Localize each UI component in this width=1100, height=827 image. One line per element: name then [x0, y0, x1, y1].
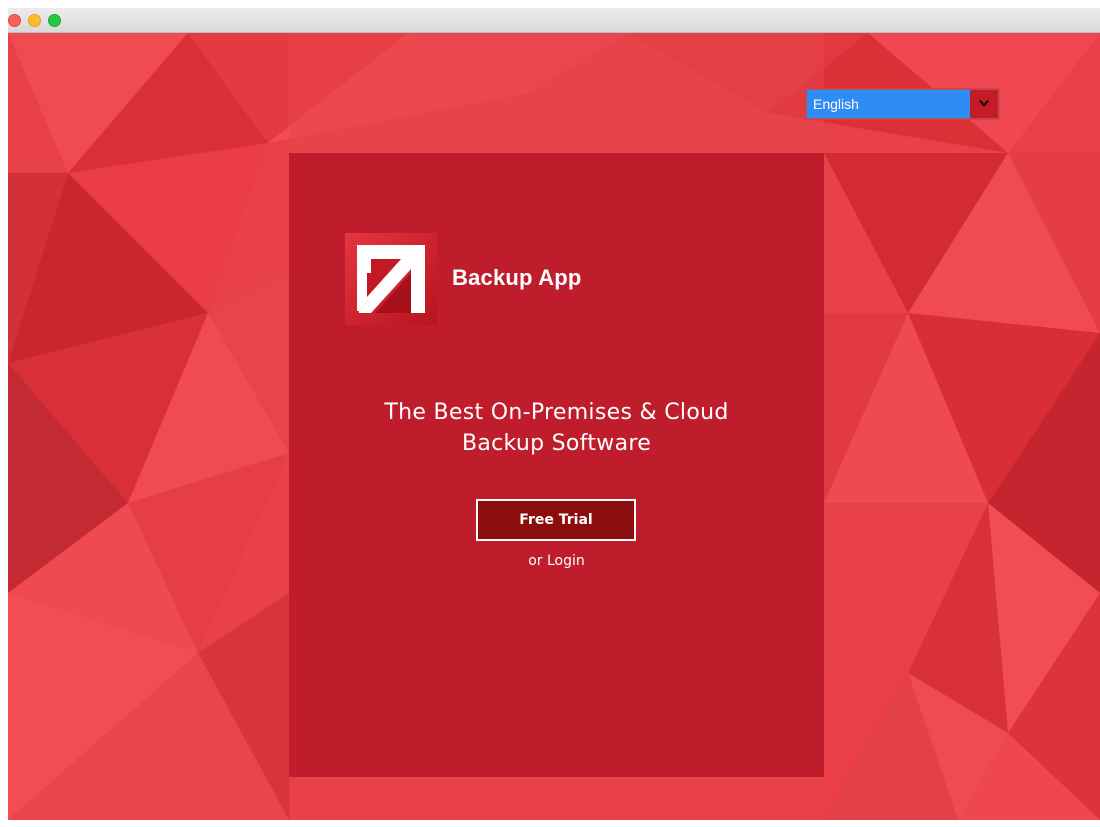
language-select[interactable]: English — [805, 88, 1000, 120]
title-bar — [8, 8, 1100, 33]
free-trial-button[interactable]: Free Trial — [476, 499, 636, 541]
login-link[interactable]: or Login — [289, 553, 824, 569]
app-window: English Backup App The Best On-Premises … — [8, 8, 1100, 820]
chevron-down-icon[interactable] — [970, 90, 998, 118]
tagline-line-2: Backup Software — [461, 431, 652, 456]
window-close-button[interactable] — [8, 14, 21, 27]
app-logo — [345, 233, 437, 325]
app-name: Backup App — [452, 265, 582, 290]
welcome-card: Backup App The Best On-Premises & Cloud … — [289, 153, 824, 777]
tagline: The Best On-Premises & Cloud Backup Soft… — [289, 397, 824, 459]
arrow-up-right-icon — [345, 233, 437, 325]
window-minimize-button[interactable] — [28, 14, 41, 27]
tagline-line-1: The Best On-Premises & Cloud — [384, 400, 729, 425]
window-zoom-button[interactable] — [48, 14, 61, 27]
language-select-value: English — [813, 96, 859, 112]
